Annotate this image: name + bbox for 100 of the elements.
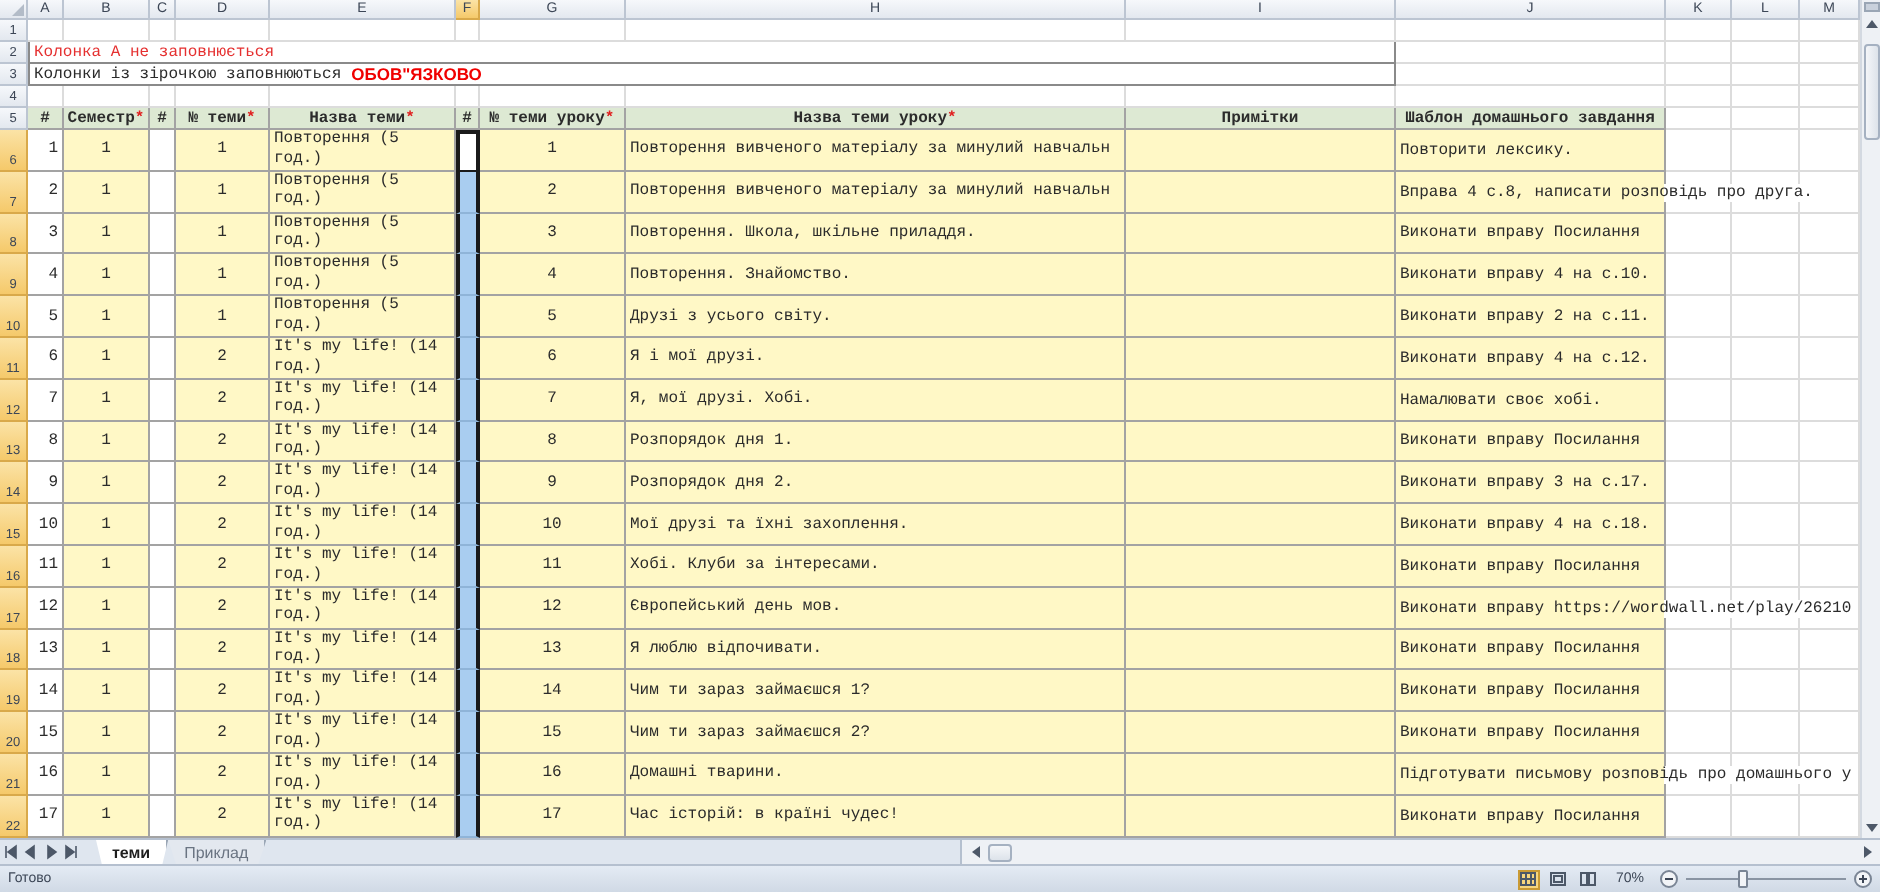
column-heading: Назва теми* (270, 108, 456, 130)
selected-cell[interactable] (456, 462, 480, 505)
table-cell: Повторення. Школа, шкільне приладдя. (626, 213, 1126, 255)
scroll-thumb[interactable] (1863, 44, 1879, 140)
table-cell: 2 (176, 421, 270, 463)
table-cell: Я люблю відпочивати. (626, 629, 1126, 671)
selected-cell[interactable] (456, 379, 480, 422)
table-cell: Виконати вправу https://wordwall.net/play/26210 (1396, 587, 1860, 630)
selected-cell[interactable] (456, 753, 480, 796)
table-cell: Виконати вправу Посилання (1396, 421, 1860, 463)
zoom-slider-thumb[interactable] (1738, 870, 1748, 888)
selected-cell[interactable] (456, 254, 480, 297)
table-cell: 1 (480, 130, 626, 172)
selected-cell[interactable] (456, 545, 480, 588)
note-text: Колонка А не заповнюється (28, 42, 1396, 64)
table-cell: 5 (480, 296, 626, 338)
table-cell: 15 (28, 712, 64, 754)
selected-cell[interactable] (456, 337, 480, 380)
table-cell: 4 (28, 254, 64, 297)
table-cell: Чим ти зараз займаєшся 1? (626, 670, 1126, 713)
table-cell: Виконати вправу Посилання (1396, 795, 1860, 838)
page-break-icon (1580, 872, 1597, 886)
table-cell: 6 (480, 337, 626, 380)
table-cell: 2 (176, 587, 270, 630)
table-cell: 15 (480, 712, 626, 754)
scroll-right-icon[interactable] (1861, 846, 1873, 858)
table-cell: It's my life! (14 год.) (270, 504, 456, 546)
table-cell: It's my life! (14 год.) (270, 337, 456, 380)
table-cell: 2 (176, 545, 270, 588)
table-cell: 2 (176, 712, 270, 754)
table-cell: It's my life! (14 год.) (270, 462, 456, 505)
table-cell: 1 (176, 296, 270, 338)
selected-cell[interactable] (456, 587, 480, 630)
table-cell: 1 (176, 171, 270, 214)
table-cell: 12 (480, 587, 626, 630)
selected-cell[interactable] (456, 670, 480, 713)
table-cell: 14 (480, 670, 626, 713)
selected-cell[interactable] (456, 504, 480, 546)
first-sheet-icon[interactable] (2, 840, 20, 864)
table-cell: 1 (64, 587, 150, 630)
table-cell: Друзі з усього світу. (626, 296, 1126, 338)
table-cell: Хобі. Клуби за інтересами. (626, 545, 1126, 588)
note-text: Колонки із зірочкою заповнюються ОБОВ"ЯЗКОВО (28, 64, 1396, 86)
table-cell: It's my life! (14 год.) (270, 712, 456, 754)
table-cell: Виконати вправу 3 на с.17. (1396, 462, 1860, 505)
table-cell: 10 (28, 504, 64, 546)
sheet-tab[interactable]: Приклад (168, 840, 267, 864)
table-cell: 2 (480, 171, 626, 214)
view-button[interactable] (1547, 869, 1570, 889)
column-heading: Семестр* (64, 108, 150, 130)
view-button[interactable] (1517, 869, 1540, 889)
zoom-in-icon[interactable] (1854, 870, 1872, 888)
sheet-tab[interactable]: теми (96, 840, 169, 864)
scroll-thumb[interactable] (988, 843, 1012, 861)
table-cell: 17 (28, 795, 64, 838)
scroll-up-icon[interactable] (1865, 18, 1877, 30)
table-cell: It's my life! (14 год.) (270, 545, 456, 588)
selected-cell[interactable] (456, 421, 480, 463)
active-cell[interactable] (456, 130, 480, 172)
table-cell: Домашні тварини. (626, 753, 1126, 796)
table-cell: 3 (480, 213, 626, 255)
table-cell: Підготувати письмову розповідь про домашнього у (1396, 753, 1860, 796)
selected-cell[interactable] (456, 795, 480, 838)
table-cell: 2 (176, 795, 270, 838)
zoom-out-icon[interactable] (1660, 870, 1678, 888)
table-cell: 8 (28, 421, 64, 463)
last-sheet-icon[interactable] (62, 840, 80, 864)
next-sheet-icon[interactable] (42, 840, 60, 864)
selected-cell[interactable] (456, 712, 480, 754)
table-cell: 1 (28, 130, 64, 172)
table-cell: 11 (480, 545, 626, 588)
table-cell: Розпорядок дня 1. (626, 421, 1126, 463)
selected-cell[interactable] (456, 629, 480, 671)
table-cell: Повторення вивченого матеріалу за минулий навчальн (626, 130, 1126, 172)
table-cell: 16 (480, 753, 626, 796)
table-cell: 1 (64, 504, 150, 546)
table-cell: Мої друзі та їхні захоплення. (626, 504, 1126, 546)
table-cell: 14 (28, 670, 64, 713)
scroll-down-icon[interactable] (1865, 822, 1877, 834)
table-cell: It's my life! (14 год.) (270, 379, 456, 422)
column-heading: № теми уроку* (480, 108, 626, 130)
table-cell: 1 (64, 670, 150, 713)
table-cell: Повторення (5 год.) (270, 130, 456, 172)
scroll-left-icon[interactable] (969, 846, 981, 858)
column-heading: # (456, 108, 480, 130)
selected-cell[interactable] (456, 213, 480, 255)
column-heading: # (150, 108, 176, 130)
table-cell: It's my life! (14 год.) (270, 629, 456, 671)
selected-cell[interactable] (456, 296, 480, 338)
prev-sheet-icon[interactable] (22, 840, 40, 864)
split-handle[interactable] (1863, 2, 1879, 12)
table-cell: 1 (64, 545, 150, 588)
table-cell: 1 (64, 337, 150, 380)
selected-cell[interactable] (456, 171, 480, 214)
column-heading: # (28, 108, 64, 130)
view-button[interactable] (1577, 869, 1600, 889)
table-cell: 5 (28, 296, 64, 338)
table-cell: 1 (64, 462, 150, 505)
table-cell: Виконати вправу 4 на с.12. (1396, 337, 1860, 380)
table-cell: 13 (28, 629, 64, 671)
